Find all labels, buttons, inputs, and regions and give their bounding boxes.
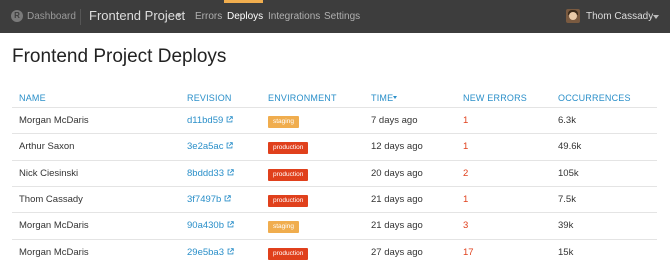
- revision-link[interactable]: 29e5ba3: [187, 247, 234, 259]
- deployer-name: Morgan McDaris: [19, 246, 89, 258]
- new-errors-count[interactable]: 17: [463, 247, 474, 259]
- revision-link[interactable]: 3f7497b: [187, 194, 232, 206]
- environment-cell: staging: [268, 115, 299, 128]
- revision-link[interactable]: 90a430b: [187, 220, 234, 232]
- occurrences-count: 7.5k: [558, 193, 576, 205]
- occurrences-count: 39k: [558, 220, 574, 232]
- revision-link[interactable]: 8bddd33: [187, 168, 234, 180]
- new-errors-count[interactable]: 3: [463, 220, 468, 232]
- environment-badge: production: [268, 168, 309, 181]
- chevron-down-icon[interactable]: [653, 15, 659, 19]
- deploy-time: 27 days ago: [371, 246, 423, 258]
- environment-badge: staging: [268, 221, 299, 234]
- deployer-name: Morgan McDaris: [19, 220, 89, 232]
- new-errors-count[interactable]: 1: [463, 194, 468, 206]
- revision-label[interactable]: 29e5ba3: [187, 247, 224, 258]
- table-row: Morgan McDaris 29e5ba3 production 27 days a…: [0, 240, 670, 263]
- deployer-name: Nick Ciesinski: [19, 167, 79, 179]
- revision-link[interactable]: 3e2a5ac: [187, 141, 234, 153]
- deploy-time: 21 days ago: [371, 193, 423, 205]
- column-header-time[interactable]: TIME: [371, 93, 393, 104]
- table-row: Arthur Saxon 3e2a5ac production 12 days ago…: [0, 134, 670, 160]
- new-errors-count[interactable]: 1: [463, 141, 468, 153]
- table-row: Thom Cassady 3f7497b production 21 days ago…: [0, 187, 670, 213]
- nav-divider: [80, 9, 81, 25]
- column-header-environment[interactable]: ENVIRONMENT: [268, 93, 337, 104]
- environment-cell: production: [268, 194, 309, 207]
- occurrences-count: 49.6k: [558, 141, 582, 153]
- column-header-new-errors[interactable]: NEW ERRORS: [463, 93, 527, 104]
- environment-badge: production: [268, 194, 309, 207]
- deployer-name: Morgan McDaris: [19, 115, 89, 126]
- nav-tab-settings[interactable]: Settings: [324, 10, 360, 23]
- environment-cell: production: [268, 141, 309, 155]
- external-link-icon[interactable]: [226, 116, 234, 123]
- nav-tab-integrations[interactable]: Integrations: [268, 10, 320, 23]
- environment-cell: production: [268, 247, 309, 260]
- revision-label[interactable]: 3e2a5ac: [187, 141, 223, 152]
- page-title: Frontend Project Deploys: [12, 46, 227, 67]
- dashboard-link[interactable]: Dashboard: [27, 10, 76, 23]
- user-menu[interactable]: Thom Cassady: [586, 10, 653, 23]
- occurrences-count: 105k: [558, 167, 579, 179]
- external-link-icon[interactable]: [224, 195, 232, 202]
- chevron-down-icon[interactable]: [176, 14, 182, 18]
- deploy-time: 20 days ago: [371, 167, 423, 179]
- nav-tab-deploys[interactable]: Deploys: [227, 10, 263, 23]
- avatar[interactable]: [566, 9, 580, 23]
- deployer-name: Arthur Saxon: [19, 141, 75, 153]
- table-row: Morgan McDaris 90a430b staging 21 days ago 3…: [0, 213, 670, 239]
- external-link-icon[interactable]: [227, 221, 234, 228]
- deployer-name: Thom Cassady: [19, 193, 83, 205]
- environment-cell: staging: [268, 220, 299, 234]
- sort-desc-icon[interactable]: [393, 96, 397, 99]
- environment-badge: production: [268, 142, 309, 155]
- new-errors-count[interactable]: 1: [463, 115, 468, 127]
- external-link-icon[interactable]: [227, 247, 234, 255]
- revision-label[interactable]: 8bddd33: [187, 168, 224, 179]
- column-header-revision[interactable]: REVISION: [187, 93, 232, 104]
- active-tab-indicator: [224, 0, 263, 3]
- revision-label[interactable]: d11bd59: [187, 115, 223, 126]
- occurrences-count: 15k: [558, 246, 574, 258]
- nav-tab-errors[interactable]: Errors: [195, 10, 222, 23]
- occurrences-count: 6.3k: [558, 115, 576, 126]
- environment-badge: production: [268, 247, 309, 260]
- table-row: Morgan McDaris d11bd59 staging 7 days ago 1 6…: [0, 108, 670, 134]
- deploy-time: 7 days ago: [371, 115, 418, 126]
- column-header-name[interactable]: NAME: [19, 93, 46, 104]
- dashboard-logo-icon[interactable]: R: [11, 10, 23, 22]
- revision-label[interactable]: 3f7497b: [187, 194, 221, 205]
- deploy-time: 21 days ago: [371, 220, 423, 232]
- column-header-occurrences[interactable]: OCCURRENCES: [558, 93, 631, 104]
- top-navigation-bar: R Dashboard Frontend Project Errors Depl…: [0, 0, 670, 33]
- new-errors-count[interactable]: 2: [463, 168, 468, 180]
- environment-cell: production: [268, 168, 309, 181]
- external-link-icon[interactable]: [227, 168, 234, 176]
- project-switcher[interactable]: Frontend Project: [89, 8, 185, 24]
- environment-badge: staging: [268, 116, 299, 128]
- revision-label[interactable]: 90a430b: [187, 220, 224, 231]
- deploy-time: 12 days ago: [371, 141, 423, 153]
- table-row: Nick Ciesinski 8bddd33 production 20 days a…: [0, 161, 670, 187]
- external-link-icon[interactable]: [226, 142, 234, 149]
- revision-link[interactable]: d11bd59: [187, 115, 234, 127]
